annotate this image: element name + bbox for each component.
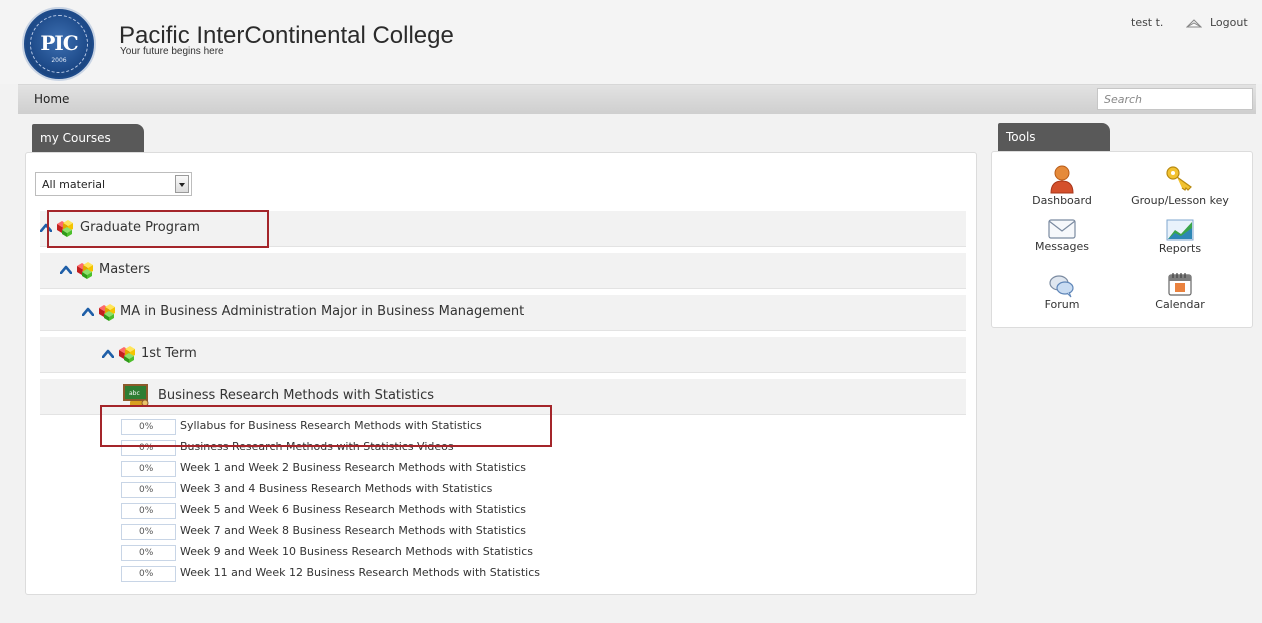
tools-panel: Dashboard Group/Lesson key Messages Repo… <box>991 151 1253 328</box>
envelope-icon <box>1048 219 1076 239</box>
tree-label-term[interactable]: 1st Term <box>141 346 197 361</box>
tool-forum[interactable]: Forum <box>1002 274 1122 311</box>
logo-year: 2006 <box>51 57 67 64</box>
tool-label: Dashboard <box>1032 194 1092 207</box>
college-logo[interactable]: PIC 2006 <box>22 7 96 81</box>
lesson-title[interactable]: Week 1 and Week 2 Business Research Meth… <box>180 461 526 474</box>
speech-bubbles-icon <box>1049 275 1074 298</box>
tree-row-degree[interactable]: MA in Business Administration Major in B… <box>40 295 966 331</box>
site-tagline: Your future begins here <box>120 46 224 57</box>
logout-icon[interactable] <box>1186 17 1202 28</box>
cubes-icon <box>74 259 96 279</box>
material-filter-value: All material <box>42 178 106 191</box>
tree-label-course[interactable]: Business Research Methods with Statistic… <box>158 388 434 403</box>
tool-group-lesson-key[interactable]: Group/Lesson key <box>1120 164 1240 207</box>
lesson-item[interactable]: 0% Week 7 and Week 8 Business Research M… <box>121 522 681 542</box>
lesson-item[interactable]: 0% Week 11 and Week 12 Business Research… <box>121 564 681 584</box>
lesson-title[interactable]: Week 5 and Week 6 Business Research Meth… <box>180 503 526 516</box>
user-icon <box>1050 165 1074 194</box>
tool-label: Messages <box>1035 240 1089 253</box>
tool-calendar[interactable]: Calendar <box>1120 270 1240 311</box>
progress-badge: 0% <box>121 503 176 519</box>
search-input[interactable] <box>1097 88 1253 110</box>
material-filter-select[interactable]: All material <box>35 172 192 196</box>
tab-tools[interactable]: Tools <box>998 123 1110 151</box>
chevron-up-icon[interactable] <box>60 265 72 274</box>
nav-home-link[interactable]: Home <box>34 92 69 106</box>
tree-row-term[interactable]: 1st Term <box>40 337 966 373</box>
chevron-up-icon[interactable] <box>102 349 114 358</box>
tool-messages[interactable]: Messages <box>1002 218 1122 253</box>
highlight-box-graduate-program <box>47 210 269 248</box>
tree-label-degree[interactable]: MA in Business Administration Major in B… <box>120 304 524 319</box>
tree-label-level[interactable]: Masters <box>99 262 150 277</box>
lesson-title[interactable]: Week 3 and 4 Business Research Methods w… <box>180 482 492 495</box>
lesson-item[interactable]: 0% Week 3 and 4 Business Research Method… <box>121 480 681 500</box>
tool-label: Calendar <box>1155 298 1205 311</box>
cubes-icon <box>116 343 138 363</box>
nav-bar: Home <box>18 84 1256 114</box>
progress-badge: 0% <box>121 482 176 498</box>
tree-row-masters[interactable]: Masters <box>40 253 966 289</box>
logout-link[interactable]: Logout <box>1210 16 1248 29</box>
logo-text: PIC <box>40 31 78 55</box>
site-header: PIC 2006 Pacific InterContinental Colleg… <box>0 0 1262 84</box>
progress-badge: 0% <box>121 524 176 540</box>
tool-label: Group/Lesson key <box>1131 194 1229 207</box>
tool-reports[interactable]: Reports <box>1120 218 1240 255</box>
progress-badge: 0% <box>121 566 176 582</box>
progress-badge: 0% <box>121 461 176 477</box>
cubes-icon <box>96 301 118 321</box>
lesson-title[interactable]: Week 11 and Week 12 Business Research Me… <box>180 566 540 579</box>
lesson-title[interactable]: Week 9 and Week 10 Business Research Met… <box>180 545 533 558</box>
chart-icon <box>1166 219 1194 241</box>
chevron-up-icon[interactable] <box>82 307 94 316</box>
lesson-item[interactable]: 0% Week 5 and Week 6 Business Research M… <box>121 501 681 521</box>
tool-dashboard[interactable]: Dashboard <box>1002 164 1122 207</box>
chevron-down-icon[interactable] <box>175 175 189 193</box>
tool-label: Forum <box>1044 298 1080 311</box>
calendar-icon <box>1168 273 1192 296</box>
key-icon <box>1166 166 1192 191</box>
svg-text:abc: abc <box>129 390 140 397</box>
lesson-item[interactable]: 0% Week 1 and Week 2 Business Research M… <box>121 459 681 479</box>
user-name[interactable]: test t. <box>1131 16 1163 29</box>
progress-badge: 0% <box>121 545 176 561</box>
tab-my-courses[interactable]: my Courses <box>32 124 144 152</box>
lesson-title[interactable]: Week 7 and Week 8 Business Research Meth… <box>180 524 526 537</box>
highlight-box-syllabus <box>100 405 552 447</box>
lesson-item[interactable]: 0% Week 9 and Week 10 Business Research … <box>121 543 681 563</box>
tool-label: Reports <box>1158 242 1202 255</box>
